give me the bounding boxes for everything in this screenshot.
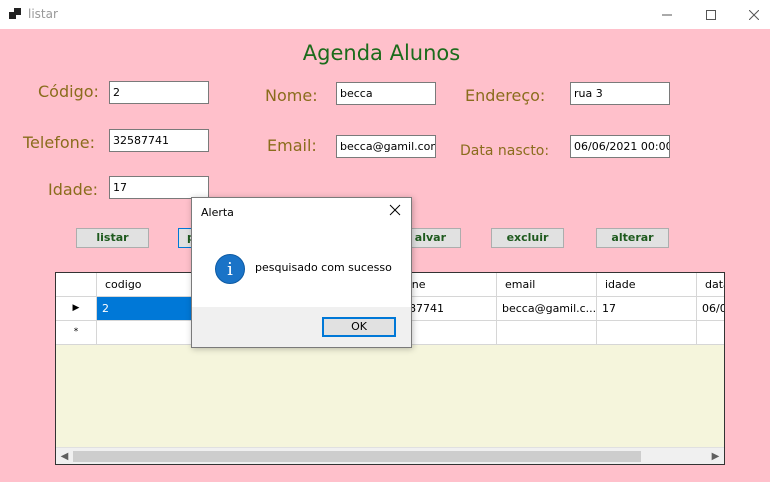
data-nascto-label: Data nascto:: [460, 143, 550, 159]
table-cell-email[interactable]: becca@gamil.c...: [497, 297, 597, 321]
maximize-button[interactable]: [688, 0, 734, 29]
minimize-icon: [662, 14, 672, 15]
row-indicator-new[interactable]: *: [56, 321, 97, 345]
table-cell-idade-new[interactable]: [597, 321, 697, 345]
dialog-message: pesquisado com sucesso: [255, 261, 392, 274]
email-field[interactable]: becca@gamil.con: [336, 135, 436, 158]
endereco-label: Endereço:: [465, 86, 546, 105]
close-icon: [389, 204, 401, 216]
data-nascto-field[interactable]: 06/06/2021 00:00:0: [570, 135, 670, 158]
window-title: listar: [28, 7, 58, 21]
scroll-left-icon[interactable]: ◀: [56, 448, 73, 464]
table-cell-telefone-new[interactable]: [397, 321, 497, 345]
endereco-field[interactable]: rua 3: [570, 82, 670, 105]
nome-label: Nome:: [265, 86, 318, 105]
page-title: Agenda Alunos: [302, 41, 461, 65]
info-icon: i: [215, 254, 245, 284]
idade-field[interactable]: 17: [109, 176, 209, 199]
idade-label: Idade:: [48, 180, 99, 199]
telefone-label: Telefone:: [23, 133, 95, 152]
table-cell-data[interactable]: 06/06: [697, 297, 724, 321]
table-cell-telefone[interactable]: 587741: [397, 297, 497, 321]
codigo-label: Código:: [38, 82, 99, 101]
close-icon: [749, 9, 759, 20]
scroll-thumb[interactable]: [73, 451, 641, 462]
column-header-email[interactable]: email: [497, 273, 597, 297]
dialog-close-button[interactable]: [387, 202, 403, 218]
header-corner: [56, 273, 97, 297]
alterar-button[interactable]: alterar: [596, 228, 669, 248]
close-button[interactable]: [731, 0, 770, 29]
title-bar: listar: [0, 0, 770, 29]
minimize-button[interactable]: [644, 0, 690, 29]
column-header-data[interactable]: data: [697, 273, 724, 297]
telefone-field[interactable]: 32587741: [109, 129, 209, 152]
table-cell-email-new[interactable]: [497, 321, 597, 345]
codigo-field[interactable]: 2: [109, 81, 209, 104]
scroll-right-icon[interactable]: ▶: [707, 448, 724, 464]
alert-dialog: Alerta i pesquisado com sucesso OK: [191, 197, 412, 348]
table-cell-data-new[interactable]: [697, 321, 724, 345]
dialog-title: Alerta: [201, 206, 234, 219]
column-header-idade[interactable]: idade: [597, 273, 697, 297]
dialog-footer: OK: [192, 307, 411, 347]
listar-button[interactable]: listar: [76, 228, 149, 248]
excluir-button[interactable]: excluir: [491, 228, 564, 248]
app-icon: [9, 8, 21, 20]
nome-field[interactable]: becca: [336, 82, 436, 105]
maximize-icon: [706, 9, 716, 20]
ok-button[interactable]: OK: [322, 317, 396, 337]
horizontal-scrollbar[interactable]: ◀ ▶: [56, 447, 724, 464]
row-indicator-selected[interactable]: ▶: [56, 297, 97, 321]
email-label: Email:: [267, 136, 317, 155]
table-cell-idade[interactable]: 17: [597, 297, 697, 321]
column-header-telefone[interactable]: one: [397, 273, 497, 297]
